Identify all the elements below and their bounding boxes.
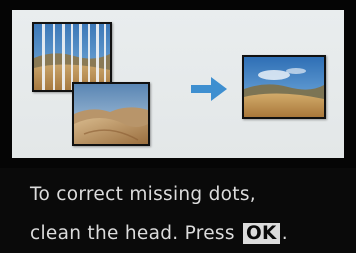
message-line-2-text: clean the head. Press xyxy=(30,223,235,244)
ok-button-label: OK xyxy=(243,223,280,244)
message-line-1: To correct missing dots, xyxy=(30,184,256,205)
arrow-right-icon xyxy=(191,77,227,101)
lcd-screen: To correct missing dots, clean the head.… xyxy=(0,0,356,253)
instruction-message: To correct missing dots, clean the head.… xyxy=(0,168,356,253)
message-line-2: clean the head. Press OK. xyxy=(30,223,288,244)
nozzle-check-illustration xyxy=(12,10,344,158)
dunes-print-image xyxy=(72,82,150,146)
message-period: . xyxy=(281,223,288,244)
clean-print-image xyxy=(242,55,326,119)
